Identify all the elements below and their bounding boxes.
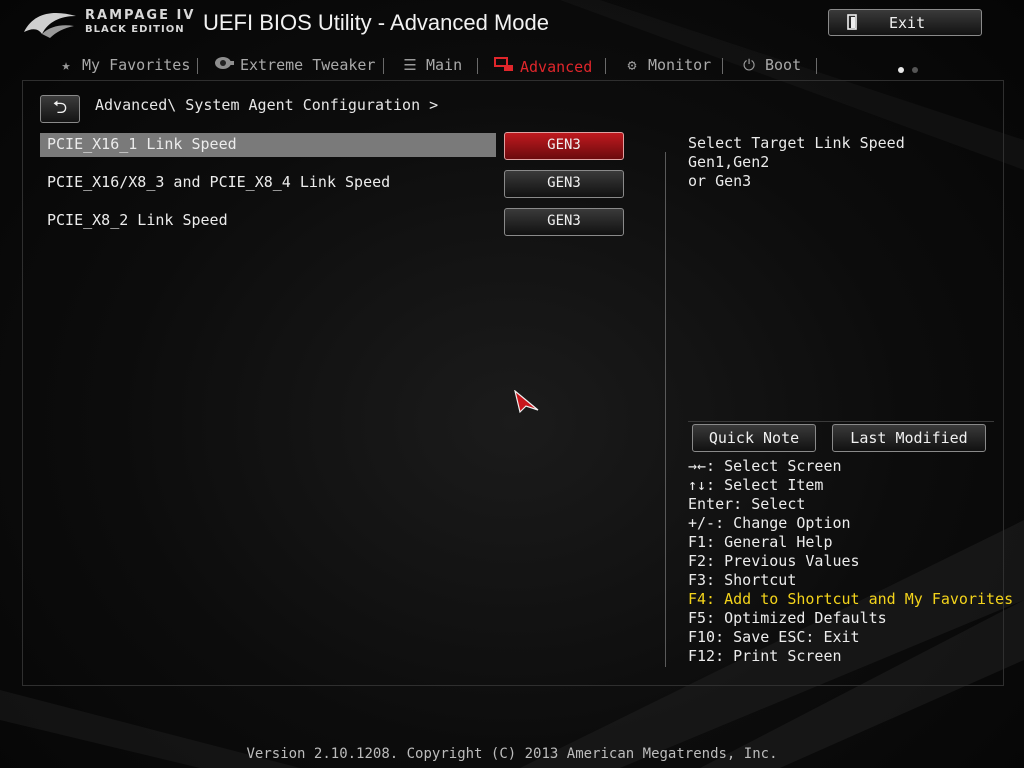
tab-my-favorites[interactable]: ★ My Favorites bbox=[56, 56, 190, 78]
tab-bar: ★ My Favorites Extreme Tweaker ☰ Main Adva… bbox=[22, 52, 1004, 82]
exit-door-icon bbox=[847, 14, 861, 34]
tab-monitor[interactable]: ⚙ Monitor bbox=[622, 56, 711, 78]
star-icon: ★ bbox=[61, 56, 71, 74]
setting-label: PCIE_X8_2 Link Speed bbox=[47, 211, 228, 229]
page-dot-active[interactable] bbox=[898, 67, 904, 73]
tweaker-icon bbox=[214, 56, 234, 74]
setting-label: PCIE_X16/X8_3 and PCIE_X8_4 Link Speed bbox=[47, 173, 391, 191]
help-line: Select Target Link Speed Gen1,Gen2 bbox=[688, 134, 905, 171]
tab-advanced[interactable]: Advanced bbox=[494, 56, 592, 78]
tab-main[interactable]: ☰ Main bbox=[400, 56, 462, 78]
setting-row-pcie-x16-x8-3[interactable]: PCIE_X16/X8_3 and PCIE_X8_4 Link Speed bbox=[40, 171, 496, 195]
brand-model: RAMPAGE IV bbox=[85, 8, 196, 23]
vertical-divider bbox=[665, 152, 666, 667]
tab-boot[interactable]: ⏻ Boot bbox=[739, 56, 801, 78]
version-footer: Version 2.10.1208. Copyright (C) 2013 Am… bbox=[246, 746, 778, 762]
tab-separator bbox=[816, 58, 817, 74]
setting-row-pcie-x16-1[interactable]: PCIE_X16_1 Link Speed bbox=[40, 133, 496, 157]
key-hint: Enter: Select bbox=[688, 495, 806, 513]
tab-extreme-tweaker[interactable]: Extreme Tweaker bbox=[214, 56, 375, 78]
help-line: or Gen3 bbox=[688, 172, 752, 190]
exit-label: Exit bbox=[889, 14, 926, 32]
value-button-pcie-x16-1[interactable]: GEN3 bbox=[504, 132, 624, 160]
help-description: Select Target Link Speed Gen1,Gen2 or Ge… bbox=[688, 134, 988, 191]
tab-label: Monitor bbox=[648, 56, 712, 74]
app-title: UEFI BIOS Utility - Advanced Mode bbox=[203, 10, 550, 35]
key-hint-highlighted: F4: Add to Shortcut and My Favorites bbox=[688, 590, 1014, 608]
brand-edition: BLACK EDITION bbox=[85, 24, 185, 35]
tab-label: Main bbox=[426, 56, 463, 74]
tab-label: Boot bbox=[765, 56, 802, 74]
tab-label: Advanced bbox=[520, 58, 593, 76]
last-modified-button[interactable]: Last Modified bbox=[832, 424, 986, 452]
monitor-icon: ⚙ bbox=[627, 56, 637, 74]
tab-separator bbox=[197, 58, 198, 74]
advanced-icon bbox=[494, 56, 514, 76]
horizontal-divider bbox=[688, 421, 994, 422]
key-hint: →←: Select Screen bbox=[688, 457, 842, 475]
rog-logo-icon bbox=[24, 13, 76, 38]
header-bar: RAMPAGE IV BLACK EDITION UEFI BIOS Utili… bbox=[0, 0, 1024, 48]
page-dot[interactable] bbox=[912, 67, 918, 73]
list-icon: ☰ bbox=[403, 56, 417, 74]
key-hint: F2: Previous Values bbox=[688, 552, 860, 570]
power-icon: ⏻ bbox=[743, 56, 755, 74]
breadcrumb: Advanced\ System Agent Configuration > bbox=[95, 96, 439, 114]
exit-button[interactable]: Exit bbox=[828, 9, 982, 36]
key-hint: F3: Shortcut bbox=[688, 571, 797, 589]
value-button-pcie-x16-x8-3[interactable]: GEN3 bbox=[504, 170, 624, 198]
page-indicator[interactable] bbox=[898, 58, 926, 77]
key-legend: →←: Select Screen ↑↓: Select Item Enter:… bbox=[688, 457, 1013, 666]
key-hint: F5: Optimized Defaults bbox=[688, 609, 887, 627]
quick-note-button[interactable]: Quick Note bbox=[692, 424, 816, 452]
setting-label: PCIE_X16_1 Link Speed bbox=[47, 135, 237, 153]
key-hint: F12: Print Screen bbox=[688, 647, 842, 665]
key-hint: ↑↓: Select Item bbox=[688, 476, 824, 494]
back-button[interactable]: ⮌ bbox=[40, 95, 80, 123]
mouse-cursor-icon bbox=[514, 390, 539, 414]
tab-label: My Favorites bbox=[82, 56, 191, 74]
tab-separator bbox=[383, 58, 384, 74]
key-hint: +/-: Change Option bbox=[688, 514, 851, 532]
setting-row-pcie-x8-2[interactable]: PCIE_X8_2 Link Speed bbox=[40, 209, 496, 233]
tab-separator bbox=[722, 58, 723, 74]
tab-label: Extreme Tweaker bbox=[240, 56, 376, 74]
key-hint: F10: Save ESC: Exit bbox=[688, 628, 860, 646]
value-button-pcie-x8-2[interactable]: GEN3 bbox=[504, 208, 624, 236]
tab-separator bbox=[605, 58, 606, 74]
key-hint: F1: General Help bbox=[688, 533, 833, 551]
tab-separator bbox=[477, 58, 478, 74]
back-arrow-icon: ⮌ bbox=[52, 97, 68, 118]
